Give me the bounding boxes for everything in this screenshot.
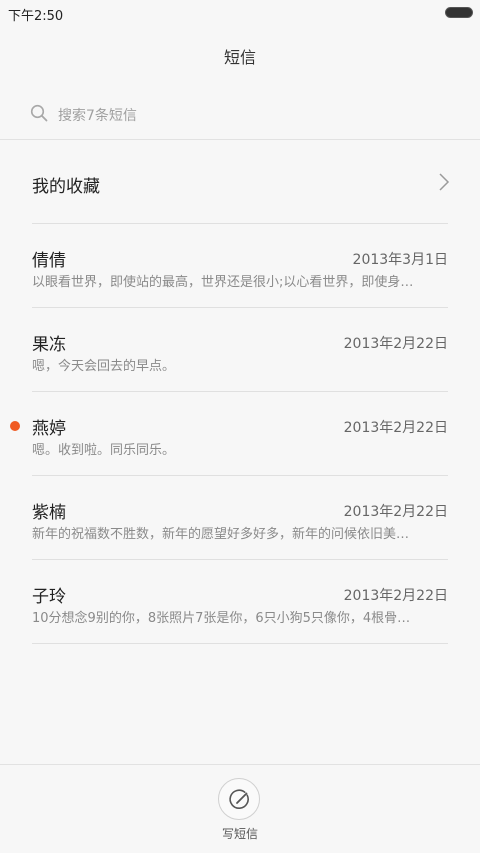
list-item[interactable]: 紫楠 2013年2月22日 新年的祝福数不胜数，新年的愿望好多好多，新年的问候依… [0,476,480,560]
message-date: 2013年2月22日 [343,504,448,520]
favorites-row[interactable]: 我的收藏 [0,140,480,224]
list-item[interactable]: 果冻 2013年2月22日 嗯，今天会回去的早点。 [0,308,480,392]
message-preview: 嗯。收到啦。同乐同乐。 [32,443,176,458]
status-time: 下午2:50 [8,9,64,24]
list-item[interactable]: 倩倩 2013年3月1日 以眼看世界，即使站的最高，世界还是很小;以心看世界，即… [0,224,480,308]
page-title: 短信 [223,48,256,67]
battery-icon [445,7,473,18]
message-date: 2013年3月1日 [352,252,448,268]
contact-name: 子玲 [32,587,66,607]
compose-label: 写短信 [221,827,258,841]
search-placeholder: 搜索7条短信 [58,108,137,124]
sms-app-screen: 下午2:50 短信 搜索7条短信 我的收藏 倩倩 2013年3月1日 以眼看世界… [0,0,480,853]
list-item[interactable]: 燕婷 2013年2月22日 嗯。收到啦。同乐同乐。 [0,392,480,476]
search-input[interactable]: 搜索7条短信 [30,100,450,128]
contact-name: 紫楠 [32,503,66,523]
message-date: 2013年2月22日 [343,588,448,604]
message-preview: 嗯，今天会回去的早点。 [32,359,176,374]
unread-dot-icon [10,421,20,431]
message-date: 2013年2月22日 [343,336,448,352]
message-date: 2013年2月22日 [343,420,448,436]
contact-name: 倩倩 [32,251,66,271]
contact-name: 燕婷 [32,419,66,439]
status-bar: 下午2:50 [0,0,480,28]
chevron-right-icon [438,172,450,192]
message-preview: 以眼看世界，即使站的最高，世界还是很小;以心看世界，即使身… [32,275,414,290]
bottom-divider [0,764,480,765]
message-preview: 10分想念9别的你，8张照片7张是你，6只小狗5只像你，4根骨… [32,611,411,626]
row-divider [32,643,448,644]
contact-name: 果冻 [32,335,66,355]
search-icon [30,104,48,122]
compose-icon [218,778,260,820]
favorites-label: 我的收藏 [32,177,100,197]
message-preview: 新年的祝福数不胜数，新年的愿望好多好多，新年的问候依旧美… [32,527,410,542]
list-item[interactable]: 子玲 2013年2月22日 10分想念9别的你，8张照片7张是你，6只小狗5只像… [0,560,480,644]
compose-button[interactable]: 写短信 [200,778,280,844]
